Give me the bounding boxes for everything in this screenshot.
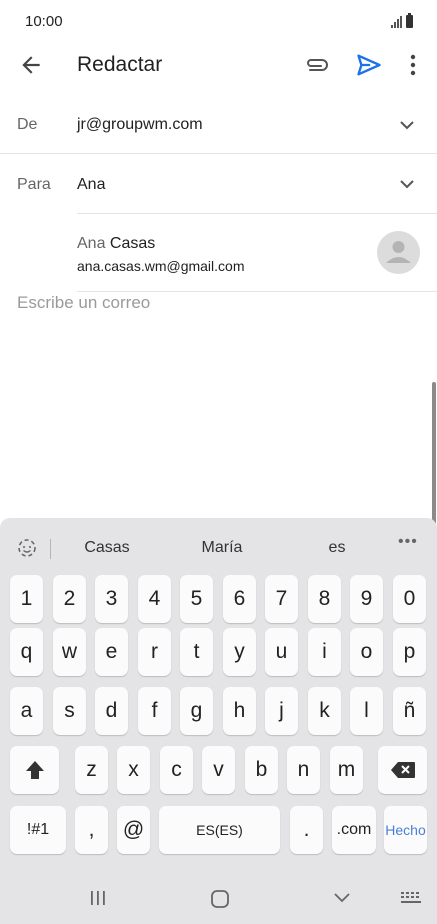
person-icon — [386, 241, 411, 263]
suggestion-last-name: Casas — [109, 235, 156, 252]
key[interactable]: o — [350, 628, 383, 676]
key[interactable]: 7 — [265, 575, 298, 623]
key[interactable]: c — [160, 746, 193, 794]
comma-key[interactable]: , — [75, 806, 108, 854]
to-input[interactable]: Ana — [77, 176, 105, 194]
symbols-key[interactable]: !#1 — [10, 806, 66, 854]
shift-icon — [25, 761, 44, 779]
app-bar: Redactar — [0, 42, 437, 88]
key[interactable]: t — [180, 628, 213, 676]
key[interactable]: z — [75, 746, 108, 794]
key[interactable]: w — [53, 628, 86, 676]
arrow-back-icon[interactable] — [18, 52, 44, 78]
key[interactable]: 2 — [53, 575, 86, 623]
key[interactable]: u — [265, 628, 298, 676]
status-icons — [391, 12, 413, 28]
divider — [77, 291, 437, 292]
done-key[interactable]: Hecho — [384, 806, 427, 854]
avatar — [377, 231, 420, 274]
suggestion-email: ana.casas.wm@gmail.com — [77, 258, 245, 274]
signal-icon — [391, 16, 402, 28]
keyboard-icon[interactable] — [400, 890, 422, 906]
chevron-down-icon[interactable] — [397, 174, 417, 194]
key[interactable]: m — [330, 746, 363, 794]
suggestion-word[interactable]: Casas — [80, 539, 134, 557]
key[interactable]: y — [223, 628, 256, 676]
key[interactable]: 8 — [308, 575, 341, 623]
key[interactable]: f — [138, 687, 171, 735]
paperclip-icon[interactable] — [303, 53, 331, 77]
backspace-icon — [390, 762, 415, 778]
recent-apps-icon[interactable] — [88, 890, 108, 906]
dotcom-key[interactable]: .com — [332, 806, 376, 854]
status-bar: 10:00 — [0, 0, 437, 42]
suggestion-name: Ana Casas — [77, 235, 155, 253]
to-label: Para — [17, 176, 51, 193]
period-key[interactable]: . — [290, 806, 323, 854]
key[interactable]: g — [180, 687, 213, 735]
key[interactable]: 3 — [95, 575, 128, 623]
space-key[interactable]: ES(ES) — [159, 806, 280, 854]
key[interactable]: j — [265, 687, 298, 735]
key[interactable]: 1 — [10, 575, 43, 623]
key[interactable]: v — [202, 746, 235, 794]
key[interactable]: n — [287, 746, 320, 794]
suggestion-bar: Casas María es ••• — [0, 518, 437, 578]
at-key[interactable]: @ — [117, 806, 150, 854]
key[interactable]: 9 — [350, 575, 383, 623]
key[interactable]: i — [308, 628, 341, 676]
key[interactable]: p — [393, 628, 426, 676]
key[interactable]: k — [308, 687, 341, 735]
key[interactable]: 5 — [180, 575, 213, 623]
key[interactable]: ñ — [393, 687, 426, 735]
battery-icon — [406, 13, 413, 28]
key[interactable]: 4 — [138, 575, 171, 623]
more-suggestions-icon[interactable]: ••• — [398, 533, 418, 551]
more-vert-icon[interactable] — [403, 52, 423, 78]
suggestion-word[interactable]: es — [320, 539, 354, 557]
key[interactable]: l — [350, 687, 383, 735]
key[interactable]: d — [95, 687, 128, 735]
shift-key[interactable] — [10, 746, 59, 794]
suggestion-first-name: Ana — [77, 235, 106, 252]
page-title: Redactar — [77, 53, 163, 76]
key[interactable]: b — [245, 746, 278, 794]
chevron-down-icon[interactable] — [397, 115, 417, 135]
home-icon[interactable] — [210, 889, 230, 909]
key[interactable]: q — [10, 628, 43, 676]
chevron-down-icon[interactable] — [332, 891, 352, 905]
system-nav-bar — [0, 873, 437, 924]
key[interactable]: e — [95, 628, 128, 676]
key[interactable]: r — [138, 628, 171, 676]
divider — [77, 213, 437, 214]
backspace-key[interactable] — [378, 746, 427, 794]
key[interactable]: a — [10, 687, 43, 735]
keyboard: Casas María es ••• 1 2 3 4 5 6 7 8 9 0 q… — [0, 518, 437, 924]
key[interactable]: x — [117, 746, 150, 794]
emoji-toggle-icon[interactable] — [14, 536, 40, 560]
send-icon[interactable] — [355, 51, 383, 79]
from-label: De — [17, 116, 38, 133]
suggestion-word[interactable]: María — [195, 539, 249, 557]
compose-body-input[interactable]: Escribe un correo — [17, 293, 150, 313]
key[interactable]: h — [223, 687, 256, 735]
status-time: 10:00 — [25, 13, 63, 30]
divider — [50, 539, 51, 559]
from-value[interactable]: jr@groupwm.com — [77, 116, 203, 134]
key[interactable]: 0 — [393, 575, 426, 623]
key[interactable]: s — [53, 687, 86, 735]
divider — [0, 153, 437, 154]
key[interactable]: 6 — [223, 575, 256, 623]
